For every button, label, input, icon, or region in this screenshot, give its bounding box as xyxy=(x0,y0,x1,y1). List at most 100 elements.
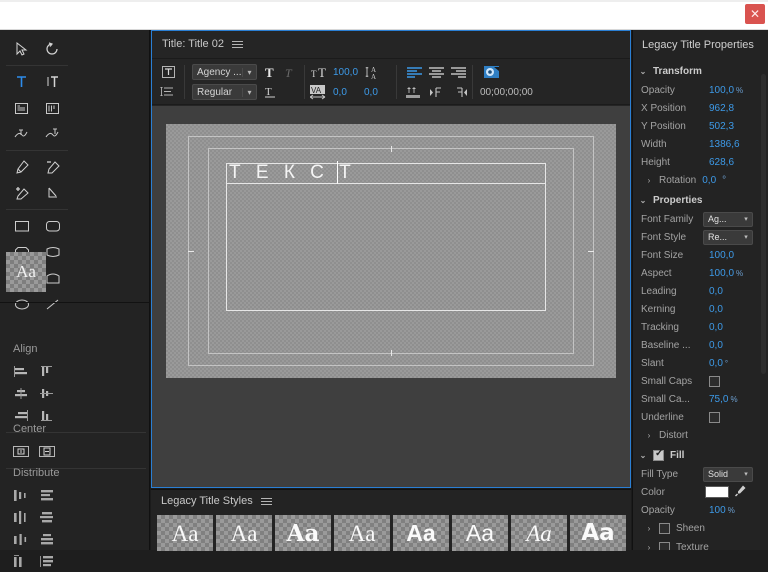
property-row-slant[interactable]: Slant 0,0 ° xyxy=(633,354,768,372)
ellipse-tool[interactable] xyxy=(6,291,37,317)
property-row-font-family[interactable]: Font Family Ag... ▾ xyxy=(633,210,768,228)
close-icon[interactable]: ✕ xyxy=(745,4,765,24)
type-tool[interactable] xyxy=(6,69,37,95)
convert-anchor-point-tool[interactable] xyxy=(37,180,68,206)
chevron-right-icon[interactable]: › xyxy=(645,543,653,550)
align-left-button[interactable] xyxy=(404,64,424,80)
font-style-dropdown[interactable]: Regular ▾ xyxy=(192,84,257,100)
style-chip[interactable]: Aa xyxy=(511,515,567,551)
insert-tab-marker-reverse-icon[interactable] xyxy=(450,84,470,100)
chevron-right-icon[interactable]: › xyxy=(645,524,653,533)
selection-tool[interactable] xyxy=(6,36,37,62)
vertical-path-type-tool[interactable] xyxy=(37,121,68,147)
style-chip[interactable]: Aa xyxy=(570,515,626,551)
align-top-icon[interactable] xyxy=(34,360,60,382)
rotation-value[interactable]: 0,0 xyxy=(702,175,716,186)
vertical-type-tool[interactable] xyxy=(37,69,68,95)
distribute-center-horizontal-icon[interactable] xyxy=(8,506,34,528)
distribute-bottom-icon[interactable] xyxy=(34,528,60,550)
property-row-sheen[interactable]: › Sheen xyxy=(633,519,768,538)
align-right-button[interactable] xyxy=(448,64,468,80)
title-type-tool-icon[interactable] xyxy=(158,64,178,80)
property-row-opacity[interactable]: Opacity 100,0% xyxy=(633,81,768,99)
property-row-font-size[interactable]: Font Size 100,0 xyxy=(633,246,768,264)
show-background-video-icon[interactable] xyxy=(480,63,502,81)
property-row-font-style[interactable]: Font Style Re... ▾ xyxy=(633,228,768,246)
align-middle-vertical-icon[interactable] xyxy=(34,382,60,404)
property-row-baseline-shift[interactable]: Baseline ... 0,0 xyxy=(633,336,768,354)
distribute-right-icon[interactable] xyxy=(8,528,34,550)
align-center-horizontal-icon[interactable] xyxy=(8,382,34,404)
property-row-fill-opacity[interactable]: Opacity 100% xyxy=(633,501,768,519)
text-bounding-box[interactable]: Т Е К С Т xyxy=(226,161,546,311)
property-row-distort[interactable]: › Distort xyxy=(633,426,768,445)
add-anchor-point-tool[interactable] xyxy=(6,180,37,206)
align-left-icon[interactable] xyxy=(8,360,34,382)
property-row-tracking[interactable]: Tracking 0,0 xyxy=(633,318,768,336)
font-family-dropdown[interactable]: Agency ... ▾ xyxy=(192,64,257,80)
property-row-underline[interactable]: Underline xyxy=(633,408,768,426)
italic-button[interactable]: T xyxy=(282,64,300,80)
property-row-x-position[interactable]: X Position 962,8 xyxy=(633,99,768,117)
underline-checkbox[interactable] xyxy=(709,411,720,423)
area-type-tool[interactable] xyxy=(6,95,37,121)
style-chip[interactable]: Aa xyxy=(393,515,449,551)
properties-section-header[interactable]: ⌄ Properties xyxy=(633,190,768,210)
path-type-tool[interactable] xyxy=(6,121,37,147)
property-row-leading[interactable]: Leading 0,0 xyxy=(633,282,768,300)
style-chip[interactable]: Aa xyxy=(334,515,390,551)
property-row-width[interactable]: Width 1386,6 xyxy=(633,135,768,153)
fill-type-dropdown[interactable]: Solid ▾ xyxy=(703,466,753,482)
vertical-area-type-tool[interactable] xyxy=(37,95,68,121)
property-row-small-caps-size[interactable]: Small Ca... 75,0% xyxy=(633,390,768,408)
font-size-value[interactable]: 100,0 xyxy=(333,67,358,78)
distribute-left-icon[interactable] xyxy=(8,484,34,506)
leading-value[interactable]: 0,0 xyxy=(364,87,378,98)
center-vertically-icon[interactable] xyxy=(34,440,60,462)
rectangle-tool[interactable] xyxy=(6,213,37,239)
style-chip[interactable]: Aa xyxy=(452,515,508,551)
property-row-fill-type[interactable]: Fill Type Solid ▾ xyxy=(633,465,768,483)
center-horizontally-icon[interactable] xyxy=(8,440,34,462)
property-row-aspect[interactable]: Aspect 100,0% xyxy=(633,264,768,282)
styles-menu-icon[interactable] xyxy=(260,497,272,505)
style-chip[interactable]: Aa xyxy=(275,515,331,551)
texture-checkbox[interactable] xyxy=(659,542,670,550)
property-row-color[interactable]: Color xyxy=(633,483,768,501)
tab-stops-button[interactable] xyxy=(404,84,424,100)
background-video-timecode[interactable]: 00;00;00;00 xyxy=(480,87,533,98)
panel-menu-icon[interactable] xyxy=(231,40,243,48)
color-swatch[interactable] xyxy=(705,486,729,498)
eyedropper-icon[interactable] xyxy=(734,484,747,500)
property-row-rotation[interactable]: › Rotation 0,0 ° xyxy=(633,171,768,190)
style-chip[interactable]: Aa xyxy=(157,515,213,551)
style-chip[interactable]: Aa xyxy=(216,515,272,551)
small-caps-checkbox[interactable] xyxy=(709,375,720,387)
properties-scrollbar[interactable] xyxy=(761,74,766,374)
rounded-rectangle-tool[interactable] xyxy=(37,213,68,239)
property-row-kerning[interactable]: Kerning 0,0 xyxy=(633,300,768,318)
property-row-y-position[interactable]: Y Position 502,3 xyxy=(633,117,768,135)
chevron-right-icon[interactable]: › xyxy=(645,431,653,440)
sheen-checkbox[interactable] xyxy=(659,523,670,534)
distribute-even-spacing-horizontal-icon[interactable] xyxy=(8,550,34,572)
property-row-height[interactable]: Height 628,6 xyxy=(633,153,768,171)
transform-section-header[interactable]: ⌄ Transform xyxy=(633,61,768,81)
delete-anchor-point-tool[interactable] xyxy=(37,154,68,180)
fill-section-header[interactable]: ⌄ Fill xyxy=(633,445,768,465)
property-row-texture[interactable]: › Texture xyxy=(633,538,768,550)
property-row-small-caps[interactable]: Small Caps xyxy=(633,372,768,390)
bold-button[interactable]: T xyxy=(262,64,280,80)
title-canvas[interactable]: Т Е К С Т xyxy=(166,124,616,378)
font-style-dropdown[interactable]: Re... ▾ xyxy=(703,229,753,245)
font-sample-swatch[interactable]: Aa xyxy=(6,252,46,292)
line-tool[interactable] xyxy=(37,291,68,317)
chevron-right-icon[interactable]: › xyxy=(645,176,653,185)
title-roll-crawl-options-icon[interactable] xyxy=(158,84,178,100)
title-canvas-area[interactable]: Т Е К С Т xyxy=(152,106,630,487)
insert-tab-marker-icon[interactable] xyxy=(428,84,448,100)
pen-tool[interactable] xyxy=(6,154,37,180)
rotation-tool[interactable] xyxy=(37,36,68,62)
distribute-top-icon[interactable] xyxy=(34,484,60,506)
align-center-button[interactable] xyxy=(426,64,446,80)
